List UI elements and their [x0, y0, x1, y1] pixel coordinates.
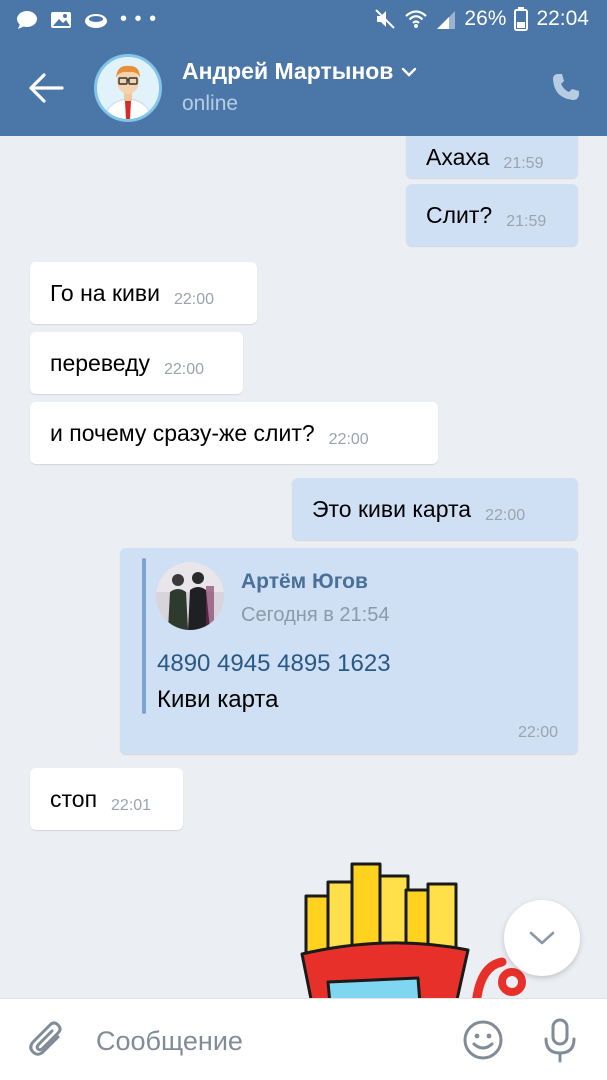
message-composer — [0, 998, 607, 1080]
message-bubble[interactable]: стоп 22:01 — [30, 768, 183, 830]
status-bar: • • • 26% 22:04 — [0, 0, 607, 40]
message-time: 22:00 — [517, 724, 558, 741]
cloud-icon — [85, 13, 107, 28]
message-time: 22:00 — [173, 291, 215, 308]
card-number-link[interactable]: 4890 4945 4895 1623 — [157, 650, 391, 678]
message-bubble[interactable]: Это киви карта 22:00 — [292, 478, 578, 540]
forwarded-author-photo — [156, 562, 224, 630]
chevron-down-icon[interactable] — [401, 66, 417, 78]
avatar[interactable] — [94, 54, 162, 122]
message-bubble[interactable]: переведу 22:00 — [30, 332, 243, 394]
message-text: Го на киви — [50, 279, 160, 306]
message-bubble[interactable]: Слит? 21:59 — [406, 184, 578, 246]
message-text: Это киви карта — [312, 495, 472, 522]
forward-indicator — [142, 558, 146, 714]
battery-icon — [514, 7, 529, 31]
phone-icon[interactable] — [551, 72, 581, 102]
clock: 22:04 — [536, 7, 589, 30]
forwarded-author-name[interactable]: Артём Югов — [241, 570, 368, 594]
message-text: и почему сразу-же слит? — [50, 419, 315, 446]
chat-header: Андрей Мартынов online — [0, 40, 607, 136]
back-arrow-icon[interactable] — [26, 70, 66, 106]
message-time: 22:01 — [111, 797, 152, 814]
fries-sticker[interactable] — [298, 854, 528, 998]
signal-icon — [437, 11, 456, 29]
forwarded-message[interactable]: Артём Югов Сегодня в 21:54 4890 4945 489… — [120, 548, 578, 754]
more-notifications: • • • — [120, 8, 158, 30]
message-bubble[interactable]: Ахаха 21:59 — [406, 136, 578, 178]
mute-icon — [375, 9, 396, 29]
notification-icons: • • • — [16, 8, 157, 31]
message-bubble[interactable]: и почему сразу-же слит? 22:00 — [30, 402, 438, 464]
message-time: 22:00 — [328, 431, 369, 448]
message-time: 21:59 — [506, 213, 547, 230]
message-text: Слит? — [426, 201, 493, 228]
paperclip-icon[interactable] — [28, 1021, 66, 1061]
smile-icon[interactable] — [462, 1019, 504, 1061]
message-list[interactable]: Ахаха 21:59 Слит? 21:59 Го на киви 22:00… — [0, 136, 607, 998]
forwarded-author-avatar[interactable] — [156, 562, 224, 630]
chat-icon — [17, 10, 37, 29]
system-status: 26% 22:04 — [374, 7, 589, 31]
message-input[interactable] — [96, 1021, 426, 1061]
microphone-icon[interactable] — [540, 1017, 580, 1063]
message-text: переведу — [50, 349, 150, 376]
message-time: 22:00 — [164, 361, 205, 378]
scroll-down-icon — [529, 931, 555, 945]
contact-name[interactable]: Андрей Мартынов — [182, 58, 417, 85]
battery-percent: 26% — [464, 7, 507, 30]
wifi-icon — [405, 10, 428, 28]
avatar-image — [97, 57, 159, 119]
message-text: стоп — [50, 785, 98, 812]
scroll-down-button[interactable] — [504, 900, 580, 976]
message-text: Ахаха — [426, 143, 490, 170]
forwarded-text: Киви карта — [157, 686, 279, 713]
message-bubble[interactable]: Го на киви 22:00 — [30, 262, 257, 324]
image-icon — [51, 11, 71, 28]
message-time: 21:59 — [503, 155, 544, 172]
online-status: online — [182, 92, 239, 115]
contact-name-text: Андрей Мартынов — [182, 58, 394, 84]
message-time: 22:00 — [485, 507, 526, 524]
forwarded-date: Сегодня в 21:54 — [241, 604, 390, 626]
